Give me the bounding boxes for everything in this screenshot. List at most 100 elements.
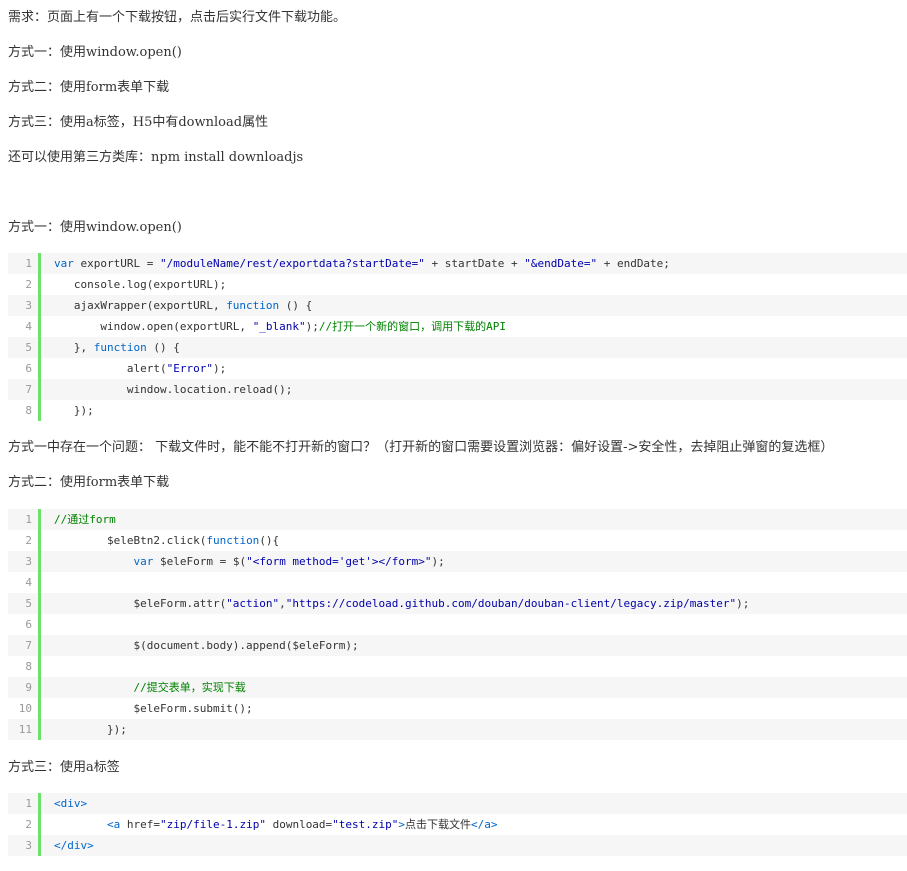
code-token: $eleBtn2.click( [54, 534, 207, 547]
method3-text: 方式三：使用a标签，H5中有download属性 [8, 115, 269, 130]
code-text: $eleForm.attr("action","https://codeload… [54, 593, 749, 614]
code-token: ); [212, 362, 227, 375]
code-token: $eleForm.submit(); [54, 702, 253, 715]
code-line: 1 var exportURL = "/moduleName/rest/expor… [8, 253, 907, 274]
code-token: //提交表单，实现下载 [133, 681, 246, 694]
code-line: 2 console.log(exportURL); [8, 274, 907, 295]
code-token: }); [54, 723, 127, 736]
line-number: 7 [8, 635, 41, 656]
code-token: + startDate + [424, 257, 525, 270]
line-number: 5 [8, 593, 41, 614]
code-text: window.location.reload(); [54, 379, 293, 400]
code-line: 5 $eleForm.attr("action","https://codelo… [8, 593, 907, 614]
code-token: var [133, 555, 154, 568]
code-token: "action" [226, 597, 280, 610]
code-block-form: 1//通过form 2 $eleBtn2.click(function(){3 v… [8, 509, 907, 740]
code-token: (){ [259, 534, 280, 547]
code-line: 2 <a href="zip/file-1.zip" download="tes… [8, 814, 907, 835]
code-text: }); [54, 400, 94, 421]
code-line: 3 var $eleForm = $("<form method='get'><… [8, 551, 907, 572]
code-token: <div> [54, 797, 88, 810]
code-block-anchor: 1 <div> 2 <a href="zip/file-1.zip" downloa… [8, 793, 907, 856]
line-number: 10 [8, 698, 41, 719]
line-number: 7 [8, 379, 41, 400]
code-token: window.location.reload(); [54, 383, 293, 396]
code-text: $(document.body).append($eleForm); [54, 635, 359, 656]
code-line: 6 alert("Error"); [8, 358, 907, 379]
requirement-text: 需求：页面上有一个下载按钮，点击后实行文件下载功能。 [8, 10, 347, 25]
code-text: }, function () { [54, 337, 180, 358]
line-number: 2 [8, 530, 41, 551]
code-token: + endDate; [597, 257, 670, 270]
code-token: }, [54, 341, 94, 354]
code-text: var exportURL = "/moduleName/rest/export… [54, 253, 670, 274]
code-text: var $eleForm = $("<form method='get'></f… [54, 551, 445, 572]
method3-heading: 方式三：使用a标签 [8, 760, 120, 775]
code-token: "zip/file-1.zip" [159, 818, 266, 831]
code-text: $eleBtn2.click(function(){ [54, 530, 279, 551]
code-token: "test.zip" [332, 818, 399, 831]
code-token: "&endDate=" [524, 257, 598, 270]
line-number: 11 [8, 719, 41, 740]
method2-text: 方式二：使用form表单下载 [8, 80, 170, 95]
code-token: ajaxWrapper(exportURL, [54, 299, 227, 312]
code-token: 点击下载文件 [405, 818, 472, 831]
code-line: 7 $(document.body).append($eleForm); [8, 635, 907, 656]
code-token: function [206, 534, 260, 547]
code-line: 3 </div> [8, 835, 907, 856]
code-line: 1 //通过form [8, 509, 907, 530]
code-line: 9 //提交表单，实现下载 [8, 677, 907, 698]
code-token: function [93, 341, 147, 354]
code-block-window-open: 1 var exportURL = "/moduleName/rest/expor… [8, 253, 907, 421]
line-number: 1 [8, 793, 41, 814]
code-token: exportURL = [73, 257, 160, 270]
line-number: 8 [8, 400, 41, 421]
line-number: 2 [8, 814, 41, 835]
code-text: //通过form [54, 509, 116, 530]
line-number: 4 [8, 316, 41, 337]
code-text: $eleForm.submit(); [54, 698, 253, 719]
code-token: () { [279, 299, 313, 312]
line-number: 3 [8, 551, 41, 572]
code-line: 4 window.open(exportURL, "_blank");//打开一… [8, 316, 907, 337]
code-line: 4 [8, 572, 907, 593]
code-token: $eleForm = $( [153, 555, 247, 568]
line-number: 5 [8, 337, 41, 358]
code-token: href= [120, 818, 160, 831]
issue-text: 方式一中存在一个问题： 下载文件时，能不能不打开新的窗口？（打开新的窗口需要设置… [8, 440, 834, 455]
code-text: </div> [54, 835, 94, 856]
code-token: "Error" [166, 362, 213, 375]
code-text: alert("Error"); [54, 358, 226, 379]
line-number: 3 [8, 835, 41, 856]
code-text: <div> [54, 793, 87, 814]
code-token: ); [431, 555, 445, 568]
code-token: </div> [54, 839, 94, 852]
code-token: }); [54, 404, 94, 417]
code-token: "_blank" [252, 320, 306, 333]
line-number: 6 [8, 614, 41, 635]
code-token: ); [736, 597, 750, 610]
line-number: 4 [8, 572, 41, 593]
code-token: //通过form [54, 513, 116, 526]
line-number: 6 [8, 358, 41, 379]
line-number: 3 [8, 295, 41, 316]
code-line: 10 $eleForm.submit(); [8, 698, 907, 719]
code-token: <a [106, 818, 121, 831]
code-token: function [226, 299, 280, 312]
code-token: console.log(exportURL); [54, 278, 227, 291]
code-token: () { [146, 341, 180, 354]
code-line: 1 <div> [8, 793, 907, 814]
code-line: 7 window.location.reload(); [8, 379, 907, 400]
code-token: $(document.body).append($eleForm); [54, 639, 359, 652]
code-line: 8 }); [8, 400, 907, 421]
code-token: //打开一个新的窗口，调用下载的API [318, 320, 507, 333]
line-number: 9 [8, 677, 41, 698]
line-number: 2 [8, 274, 41, 295]
code-line: 2 $eleBtn2.click(function(){ [8, 530, 907, 551]
code-token: </a> [471, 818, 498, 831]
code-text: ajaxWrapper(exportURL, function () { [54, 295, 312, 316]
thirdparty-text: 还可以使用第三方类库：npm install downloadjs [8, 150, 304, 165]
code-line: 6 [8, 614, 907, 635]
